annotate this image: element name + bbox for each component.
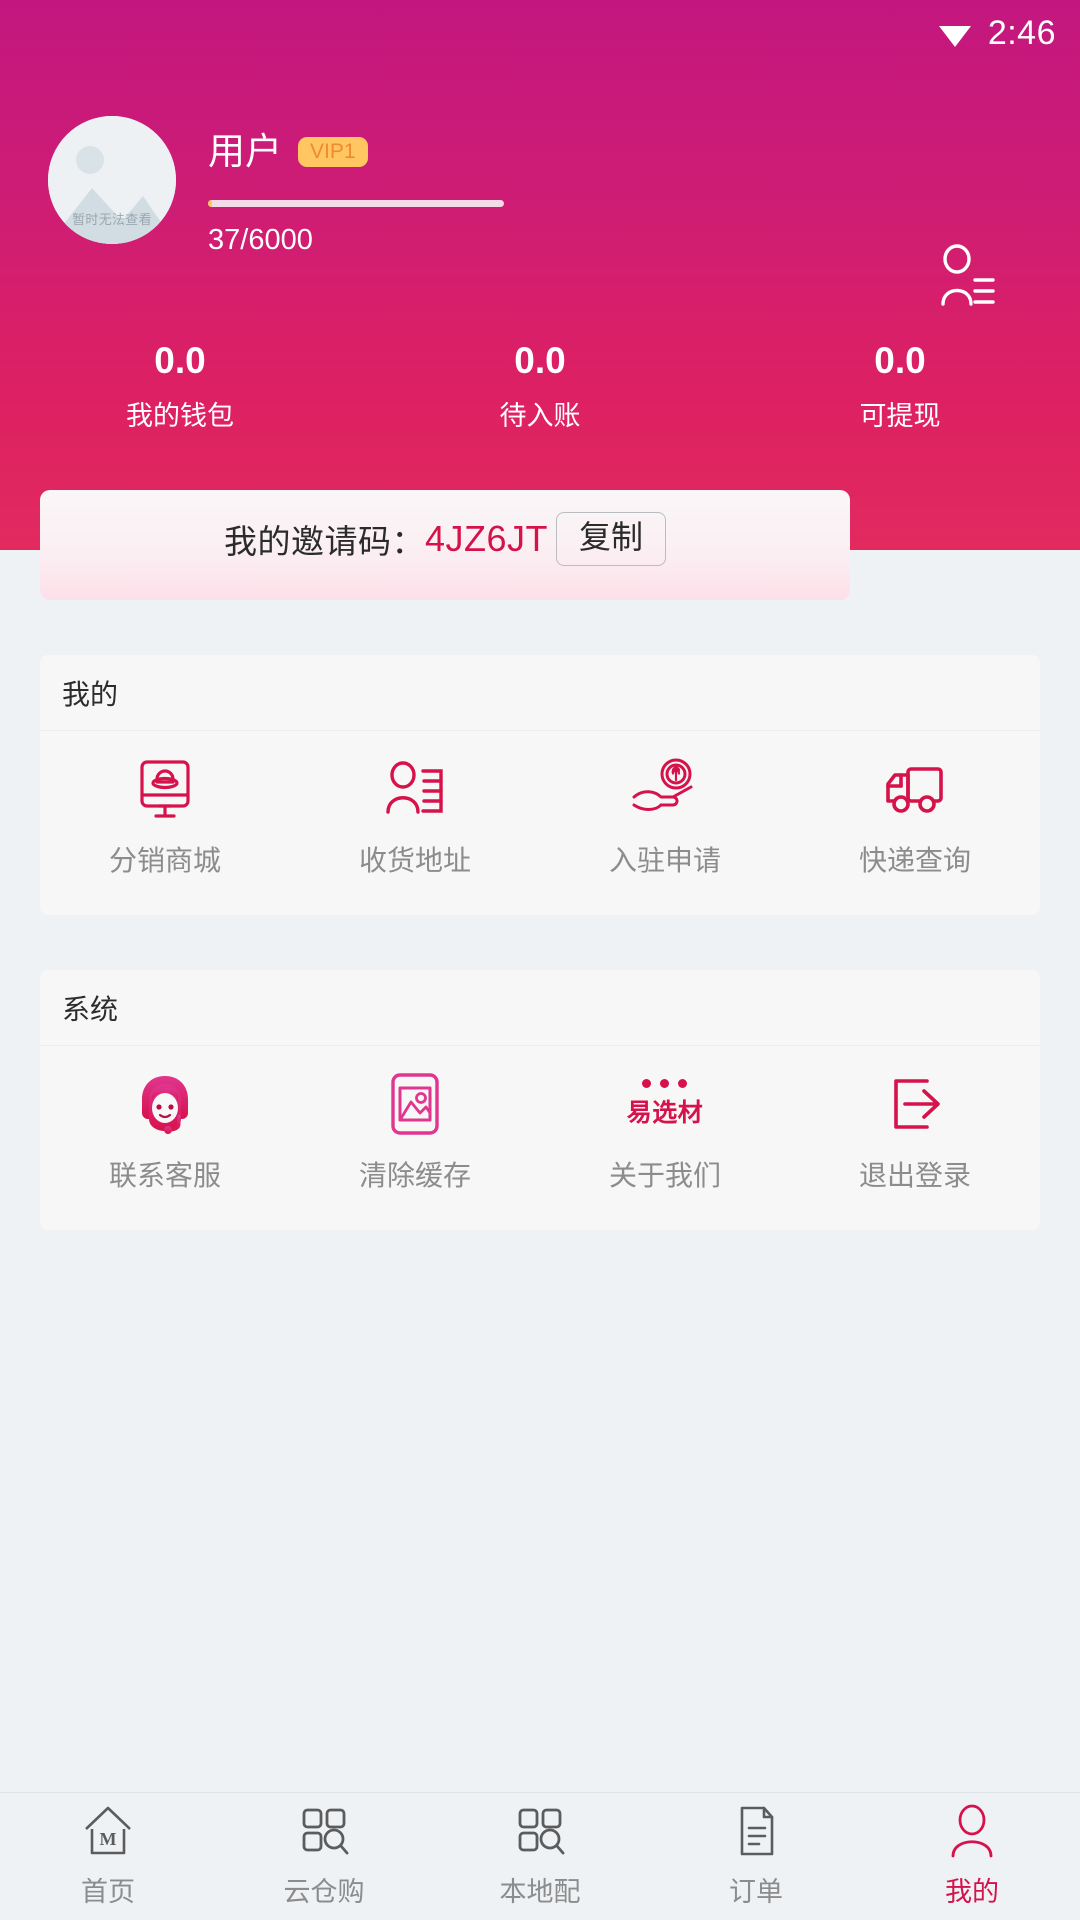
menu-item-label: 关于我们 — [608, 1160, 721, 1191]
nav-item-cloud-warehouse[interactable]: 云仓购 — [216, 1804, 432, 1909]
menu-item-label: 入驻申请 — [608, 845, 721, 876]
stat-item[interactable]: 0.0 可提现 — [720, 338, 1080, 433]
headset-agent-icon — [129, 1068, 201, 1140]
menu-item-label: 分销商城 — [108, 845, 221, 876]
nav-item-label: 首页 — [81, 1877, 135, 1907]
section-grid: 分销商城 收货地址 入驻申请 快递查询 — [40, 731, 1040, 879]
cloud-warehouse-search-icon — [297, 1804, 351, 1858]
experience-progress-fill — [208, 200, 212, 207]
nav-item-orders[interactable]: 订单 — [648, 1804, 864, 1909]
section-system: 系统 联系客服 清除缓存 易选材 关于我们 退出登录 — [40, 970, 1040, 1230]
experience-text: 37/6000 — [208, 224, 313, 256]
user-list-icon[interactable] — [940, 244, 996, 306]
wifi-icon — [936, 18, 974, 48]
image-photo-icon — [379, 1068, 451, 1140]
wallet-stats-row: 0.0 我的钱包 0.0 待入账 0.0 可提现 — [0, 338, 1080, 433]
hand-coin-icon — [629, 753, 701, 825]
menu-item-label: 收货地址 — [358, 845, 471, 876]
nav-item-mine[interactable]: 我的 — [864, 1804, 1080, 1909]
nav-item-home[interactable]: M 首页 — [0, 1804, 216, 1909]
brand-logo-word: 易选材 — [626, 1099, 704, 1127]
brand-logo-dots — [642, 1079, 688, 1088]
status-bar-clock: 2:46 — [987, 13, 1056, 52]
stat-label: 我的钱包 — [126, 401, 234, 431]
username: 用户 — [208, 131, 282, 172]
menu-item-shipping-address[interactable]: 收货地址 — [290, 753, 540, 879]
svg-text:M: M — [100, 1829, 117, 1849]
stat-value: 0.0 — [874, 340, 926, 381]
logout-arrow-icon — [879, 1068, 951, 1140]
menu-item-label: 联系客服 — [108, 1160, 221, 1191]
menu-item-contact-support[interactable]: 联系客服 — [40, 1068, 290, 1194]
stat-value: 0.0 — [154, 340, 206, 381]
brand-logo-icon: 易选材 — [627, 1068, 704, 1140]
stat-label: 待入账 — [499, 401, 581, 431]
menu-item-merchant-application[interactable]: 入驻申请 — [540, 753, 790, 879]
menu-item-logout[interactable]: 退出登录 — [790, 1068, 1040, 1194]
nav-item-local-delivery[interactable]: 本地配 — [432, 1804, 648, 1909]
menu-item-clear-cache[interactable]: 清除缓存 — [290, 1068, 540, 1194]
monitor-shop-icon — [129, 753, 201, 825]
menu-item-about-us[interactable]: 易选材 关于我们 — [540, 1068, 790, 1194]
menu-item-label: 快递查询 — [858, 845, 971, 876]
nav-item-label: 订单 — [729, 1877, 783, 1907]
invite-code-value: 4JZ6JT — [424, 518, 548, 560]
order-document-icon — [729, 1804, 783, 1858]
truck-icon — [879, 753, 951, 825]
section-title: 我的 — [40, 655, 1040, 731]
section-title: 系统 — [40, 970, 1040, 1046]
nav-item-label: 本地配 — [499, 1877, 581, 1907]
profile-row: 暂时无法查看 用户 VIP1 37/6000 — [48, 116, 1038, 306]
menu-item-distribution-mall[interactable]: 分销商城 — [40, 753, 290, 879]
section-mine: 我的 分销商城 收货地址 入驻申请 快递查询 — [40, 655, 1040, 915]
stat-item[interactable]: 0.0 我的钱包 — [0, 338, 360, 433]
invite-code-label: 我的邀请码： — [223, 523, 425, 561]
stat-value: 0.0 — [514, 340, 566, 381]
menu-item-label: 清除缓存 — [358, 1160, 471, 1191]
menu-item-express-tracking[interactable]: 快递查询 — [790, 753, 1040, 879]
profile-person-icon — [945, 1804, 999, 1858]
bottom-navigation-bar: M 首页 云仓购 本地配 订单 我的 — [0, 1792, 1080, 1920]
invite-code-inner: 我的邀请码： 4JZ6JT 复制 — [223, 512, 667, 567]
local-delivery-search-icon — [513, 1804, 567, 1858]
address-person-list-icon — [379, 753, 451, 825]
name-block: 用户 VIP1 37/6000 — [208, 130, 504, 257]
invite-code-card: 我的邀请码： 4JZ6JT 复制 — [40, 490, 850, 600]
experience-progress-bar — [208, 200, 504, 207]
stat-item[interactable]: 0.0 待入账 — [360, 338, 720, 433]
profile-header: 2:46 暂时无法查看 用户 VIP1 37/6000 0.0 我的钱包 0.0… — [0, 0, 1080, 550]
nav-item-label: 我的 — [945, 1877, 999, 1907]
stat-label: 可提现 — [859, 401, 941, 431]
app-root: 2:46 暂时无法查看 用户 VIP1 37/6000 0.0 我的钱包 0.0… — [0, 0, 1080, 1920]
avatar-placeholder-text: 暂时无法查看 — [72, 212, 152, 227]
copy-invite-code-button[interactable]: 复制 — [556, 512, 667, 567]
menu-item-label: 退出登录 — [858, 1160, 971, 1191]
status-bar: 2:46 — [0, 0, 1080, 66]
vip-badge: VIP1 — [298, 137, 368, 167]
avatar[interactable]: 暂时无法查看 — [48, 116, 176, 244]
home-icon: M — [81, 1804, 135, 1858]
nav-item-label: 云仓购 — [283, 1877, 365, 1907]
section-grid: 联系客服 清除缓存 易选材 关于我们 退出登录 — [40, 1046, 1040, 1194]
name-line: 用户 VIP1 — [208, 130, 504, 174]
